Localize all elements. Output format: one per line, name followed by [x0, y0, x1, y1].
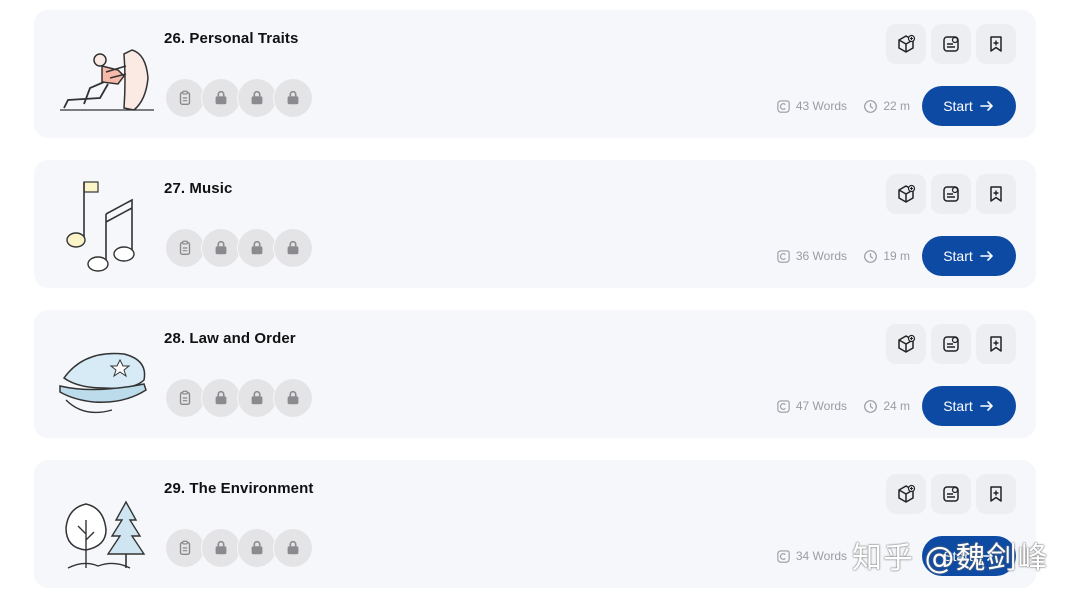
- cube-plus-icon[interactable]: [886, 474, 926, 514]
- lock-icon: [274, 229, 312, 267]
- duration: 22 m: [863, 98, 910, 114]
- lock-icon: [202, 229, 240, 267]
- lock-icon: [202, 529, 240, 567]
- flashcard-icon[interactable]: [931, 324, 971, 364]
- duration: 24 m: [863, 398, 910, 414]
- bookmark-add-icon[interactable]: [976, 324, 1016, 364]
- word-count: 43 Words: [776, 98, 847, 114]
- lock-icon: [202, 379, 240, 417]
- lesson-card[interactable]: 27. Music 36 Words 19 m Start: [34, 160, 1036, 288]
- lesson-actions: [886, 24, 1016, 64]
- word-count: 47 Words: [776, 398, 847, 414]
- bookmark-add-icon[interactable]: [976, 474, 1016, 514]
- cube-plus-icon[interactable]: [886, 174, 926, 214]
- lesson-actions: [886, 474, 1016, 514]
- lesson-actions: [886, 324, 1016, 364]
- start-button[interactable]: Start: [922, 236, 1016, 276]
- lock-icon: [202, 79, 240, 117]
- flashcard-icon[interactable]: [931, 174, 971, 214]
- lesson-title: 29. The Environment: [164, 480, 314, 497]
- lock-icon: [238, 379, 276, 417]
- arrow-right-icon: [979, 101, 993, 111]
- lock-icon: [274, 79, 312, 117]
- words-icon: [777, 99, 790, 113]
- start-button[interactable]: Start: [922, 386, 1016, 426]
- flashcard-icon[interactable]: [931, 24, 971, 64]
- bookmark-add-icon[interactable]: [976, 24, 1016, 64]
- lock-icon: [274, 379, 312, 417]
- clipboard-icon[interactable]: [166, 229, 204, 267]
- duration: 19 m: [863, 248, 910, 264]
- clock-icon: [864, 249, 878, 263]
- person-pushing-rock-illustration: [60, 49, 154, 111]
- lesson-card[interactable]: 28. Law and Order 47 Words 24 m Start: [34, 310, 1036, 438]
- clock-icon: [864, 399, 878, 413]
- lock-icon: [238, 529, 276, 567]
- arrow-right-icon: [979, 251, 993, 261]
- words-icon: [777, 549, 790, 563]
- clipboard-icon[interactable]: [166, 79, 204, 117]
- clipboard-icon[interactable]: [166, 529, 204, 567]
- lesson-title: 28. Law and Order: [164, 330, 296, 347]
- lock-icon: [274, 529, 312, 567]
- lock-icon: [238, 229, 276, 267]
- clock-icon: [864, 99, 878, 113]
- start-button[interactable]: Start: [922, 86, 1016, 126]
- lesson-title: 26. Personal Traits: [164, 30, 299, 47]
- arrow-right-icon: [979, 401, 993, 411]
- words-icon: [777, 399, 790, 413]
- lesson-title: 27. Music: [164, 180, 233, 197]
- lesson-card[interactable]: 26. Personal Traits 43 Words 22 m Start: [34, 10, 1036, 138]
- music-notes-illustration: [66, 181, 135, 272]
- cube-plus-icon[interactable]: [886, 324, 926, 364]
- words-icon: [777, 249, 790, 263]
- word-count: 34 Words: [776, 548, 847, 564]
- police-cap-illustration: [59, 352, 147, 414]
- bookmark-add-icon[interactable]: [976, 174, 1016, 214]
- lock-icon: [238, 79, 276, 117]
- flashcard-icon[interactable]: [931, 474, 971, 514]
- trees-illustration: [65, 500, 146, 569]
- clipboard-icon[interactable]: [166, 379, 204, 417]
- word-count: 36 Words: [776, 248, 847, 264]
- watermark: 知乎 @魏剑峰: [852, 541, 1049, 576]
- lesson-actions: [886, 174, 1016, 214]
- cube-plus-icon[interactable]: [886, 24, 926, 64]
